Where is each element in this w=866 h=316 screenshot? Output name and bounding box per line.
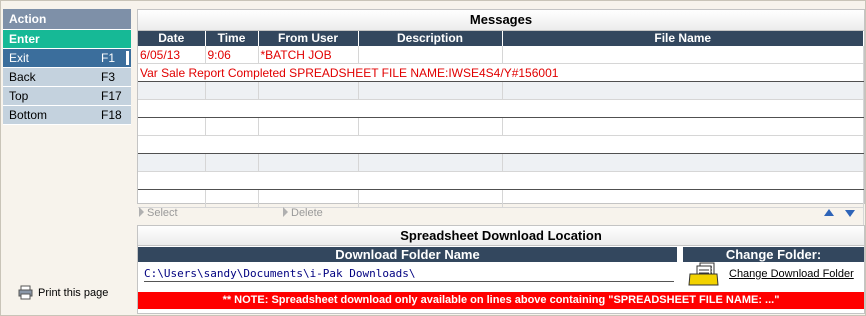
arrow-down-icon[interactable] xyxy=(844,207,856,219)
column-header-time[interactable]: Time xyxy=(205,31,259,46)
message-row[interactable]: 6/05/13 9:06 *BATCH JOB xyxy=(138,46,864,64)
change-folder-header: Change Folder: xyxy=(683,247,864,262)
messages-title: Messages xyxy=(138,10,864,31)
spreadsheet-panel: Spreadsheet Download Location Download F… xyxy=(137,225,865,314)
exit-label: Exit xyxy=(9,51,30,65)
column-header-file-name[interactable]: File Name xyxy=(502,31,864,46)
download-note: ** NOTE: Spreadsheet download only avail… xyxy=(138,292,864,309)
message-from-user: *BATCH JOB xyxy=(258,46,359,64)
back-label: Back xyxy=(9,70,36,84)
bottom-button[interactable]: Bottom F18 xyxy=(3,106,131,125)
back-key: F3 xyxy=(101,70,116,84)
change-download-folder-label: Change Download Folder xyxy=(729,268,854,280)
top-button[interactable]: Top F17 xyxy=(3,87,131,106)
table-row[interactable] xyxy=(138,135,864,154)
download-folder-path[interactable]: C:\Users\sandy\Documents\i-Pak Downloads… xyxy=(144,266,674,282)
select-label: Select xyxy=(147,207,178,219)
select-arrow-icon xyxy=(139,207,144,217)
delete-label: Delete xyxy=(291,207,323,219)
top-label: Top xyxy=(9,89,29,103)
top-key: F17 xyxy=(101,89,122,103)
message-time: 9:06 xyxy=(205,46,259,64)
bottom-key: F18 xyxy=(101,108,122,122)
spreadsheet-title: Spreadsheet Download Location xyxy=(138,226,864,246)
arrow-up-icon[interactable] xyxy=(823,207,835,219)
delete-button[interactable]: Delete xyxy=(283,206,323,220)
delete-arrow-icon xyxy=(283,207,288,217)
printer-icon xyxy=(18,285,33,300)
enter-button[interactable]: Enter xyxy=(3,30,131,49)
message-actions: Select Delete xyxy=(137,206,863,220)
action-panel: Action Enter Exit F1 Back F3 Top F17 Bot… xyxy=(3,9,131,125)
message-date: 6/05/13 xyxy=(138,46,206,64)
change-download-folder-button[interactable]: Change Download Folder xyxy=(688,262,854,286)
back-button[interactable]: Back F3 xyxy=(3,68,131,87)
exit-button[interactable]: Exit F1 xyxy=(3,49,131,68)
column-header-description[interactable]: Description xyxy=(358,31,503,46)
exit-key: F1 xyxy=(101,51,116,65)
messages-header-row: Date Time From User Description File Nam… xyxy=(138,31,864,46)
table-row[interactable] xyxy=(138,189,864,208)
table-row[interactable] xyxy=(138,81,864,100)
message-detail: Var Sale Report Completed SPREADSHEET FI… xyxy=(138,63,864,82)
column-header-from-user[interactable]: From User xyxy=(258,31,359,46)
select-button[interactable]: Select xyxy=(139,206,178,220)
messages-panel: Messages Date Time From User Description… xyxy=(137,9,865,226)
message-description xyxy=(358,46,503,64)
action-panel-title: Action xyxy=(3,9,131,30)
print-page-label: Print this page xyxy=(38,287,109,299)
message-detail-row[interactable]: Var Sale Report Completed SPREADSHEET FI… xyxy=(138,63,864,82)
column-header-date[interactable]: Date xyxy=(138,31,206,46)
folder-files-icon xyxy=(688,262,719,286)
download-folder-header: Download Folder Name xyxy=(138,247,677,262)
bottom-label: Bottom xyxy=(9,108,48,122)
table-row[interactable] xyxy=(138,171,864,190)
table-row[interactable] xyxy=(138,99,864,118)
table-row[interactable] xyxy=(138,117,864,136)
message-file-name xyxy=(502,46,864,64)
table-row[interactable] xyxy=(138,153,864,172)
messages-table: Date Time From User Description File Nam… xyxy=(138,31,864,226)
